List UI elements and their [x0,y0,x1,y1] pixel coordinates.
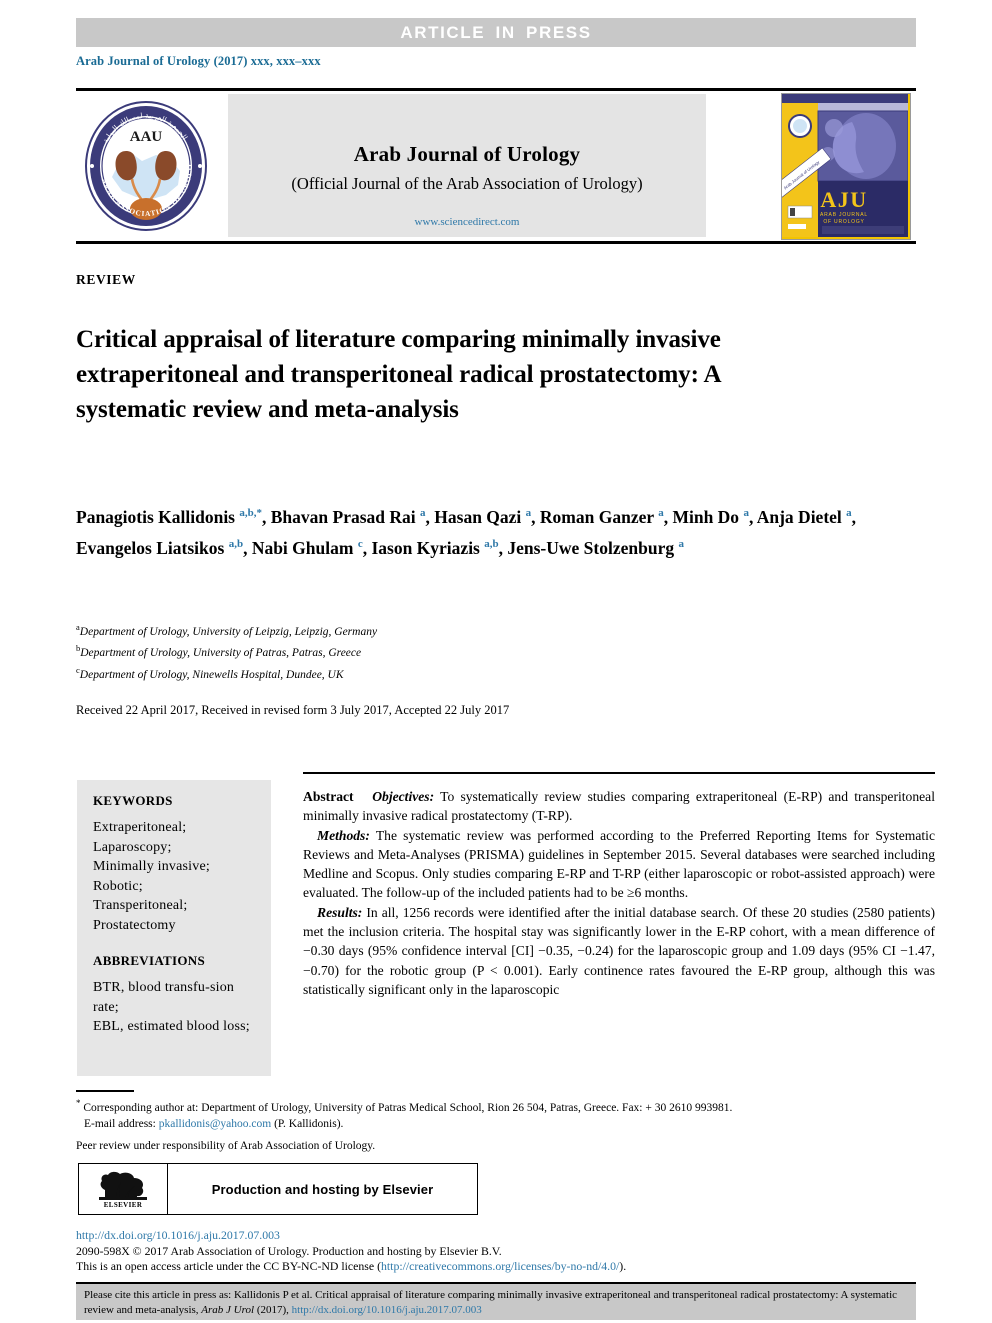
author-affiliation-mark: a [658,507,664,519]
abstract-objectives: Abstract Objectives: To systematically r… [303,787,935,826]
email-note: E-mail address: pkallidonis@yahoo.com (P… [76,1116,921,1132]
page-title: Critical appraisal of literature compari… [76,325,721,423]
methods-label: Methods: [317,827,370,843]
svg-text:AJU: AJU [820,187,867,212]
author-name: Iason Kyriazis [371,537,485,558]
doi-license-footer: http://dx.doi.org/10.1016/j.aju.2017.07.… [76,1228,921,1275]
abbreviation-item: EBL, estimated blood loss; [93,1019,250,1034]
aau-association-logo: AAU الجمعية العربية لمسالك البولية ARAB … [79,92,210,233]
doi-link[interactable]: http://dx.doi.org/10.1016/j.aju.2017.07.… [76,1228,921,1244]
cite-year: (2017), [256,1304,289,1316]
objectives-label: Objectives: [372,789,435,804]
article-in-press-banner: ARTICLE IN PRESS [76,18,916,47]
cite-this-article-box: Please cite this article in press as: Ka… [76,1282,916,1320]
affiliation-item: cDepartment of Urology, Ninewells Hospit… [76,664,344,681]
affiliation-mark: a [76,622,80,632]
author-name: Nabi Ghulam [251,537,358,558]
license-prefix: This is an open access article under the… [76,1259,381,1273]
author-name: Minh Do [672,506,744,527]
journal-title: Arab Journal of Urology [353,142,581,166]
article-type-label: REVIEW [76,272,136,287]
article-in-press-label: ARTICLE IN PRESS [400,22,592,42]
affiliation-list: aDepartment of Urology, University of Le… [76,619,776,683]
author-affiliation-mark: a [420,507,426,519]
abstract-divider [303,772,935,774]
keyword-item: Prostatectomy [93,917,176,933]
elsevier-production-text: Production and hosting by Elsevier [211,1181,434,1197]
corresponding-author-note: * Corresponding author at: Department of… [76,1095,921,1116]
svg-text:AAU: AAU [130,129,163,145]
email-link[interactable]: pkallidonis@yahoo.com [159,1118,271,1130]
journal-cover-thumbnail: Arab Journal of Urology AJU ARAB JOURNAL… [781,93,911,240]
author-affiliation-mark: a [846,507,852,519]
author-name: Hasan Qazi [434,506,526,527]
keyword-item: Minimally invasive; [93,859,210,874]
author-list: Panagiotis Kallidonis a,b,*, Bhavan Pras… [76,506,857,558]
received-dates: Received 22 April 2017, Received in revi… [76,703,510,717]
elsevier-wordmark: ELSEVIER [103,1200,143,1209]
email-label: E-mail address: [84,1117,156,1130]
affiliation-mark: c [76,664,80,675]
license-link[interactable]: http://creativecommons.org/licenses/by-n… [381,1259,619,1273]
footnote-divider [76,1090,134,1092]
author-affiliation-mark: a [525,507,532,519]
keywords-list: Extraperitoneal; Laparoscopy; Minimally in… [93,818,255,935]
keyword-item: Transperitoneal; [93,898,188,913]
elsevier-logo: ELSEVIER [85,1164,168,1214]
author-affiliation-mark: a [678,537,684,550]
results-text: In all, 1256 records were identified aft… [303,904,935,997]
abstract-label: Abstract [303,789,354,804]
keyword-item: Robotic; [93,878,143,894]
affiliation-item: bDepartment of Urology, University of Pa… [76,643,362,660]
keywords-heading: KEYWORDS [93,793,173,808]
license-suffix: ). [619,1259,627,1273]
author-affiliation-mark: a,b [484,537,499,550]
keyword-item: Laparoscopy; [93,839,172,855]
affiliation-mark: b [76,643,81,654]
author-affiliation-mark: a [743,507,749,519]
license-line: This is an open access article under the… [76,1259,921,1275]
author-name: Evangelos Liatsikos [76,537,229,558]
author-name: Bhavan Prasad Rai [270,506,421,527]
author-affiliation-mark: a,b [228,537,244,550]
email-owner: (P. Kallidonis). [274,1117,344,1130]
footnotes-block: * Corresponding author at: Department of… [76,1095,921,1154]
corresponding-author-text: Corresponding author at: Department of U… [83,1101,733,1114]
affiliation-item: aDepartment of Urology, University of Le… [76,622,378,638]
journal-title-panel: Arab Journal of Urology (Official Journa… [228,94,706,237]
cite-doi-link[interactable]: http://dx.doi.org/10.1016/j.aju.2017.07.… [292,1304,482,1316]
svg-text:ARAB JOURNAL: ARAB JOURNAL [820,212,868,218]
elsevier-tree-icon [97,1170,149,1200]
keyword-item: Extraperitoneal; [93,820,187,835]
abstract-section: Abstract Objectives: To systematically r… [303,787,935,999]
author-affiliation-mark: c [357,537,363,550]
asterisk-icon: * [76,1098,81,1108]
abbreviations-list: BTR, blood transfu-sion rate; EBL, estima… [93,978,255,1037]
methods-text: The systematic review was performed acco… [303,827,935,901]
journal-masthead: AAU الجمعية العربية لمسالك البولية ARAB … [76,88,916,244]
cite-journal-abbrev: Arab J Urol [201,1304,255,1316]
author-name: Anja Dietel [756,506,847,527]
abstract-methods: Methods: The systematic review was perfo… [303,826,935,903]
svg-text:OF UROLOGY: OF UROLOGY [823,219,864,225]
author-name: Jens-Uwe Stolzenburg [507,537,679,558]
author-name: Panagiotis Kallidonis [76,506,240,527]
abbreviations-heading: ABBREVIATIONS [93,953,206,968]
peer-review-note: Peer review under responsibility of Arab… [76,1139,376,1152]
journal-subtitle: (Official Journal of the Arab Associatio… [291,174,643,193]
results-label: Results: [317,904,363,920]
keywords-sidebar: KEYWORDS Extraperitoneal; Laparoscopy; Min… [77,780,271,1076]
abstract-results: Results: In all, 1256 records were ident… [303,903,935,999]
sciencedirect-link[interactable]: www.sciencedirect.com [228,216,706,228]
abbreviation-item: BTR, blood transfu-sion rate; [93,980,235,1015]
author-affiliation-mark: a,b,* [239,507,262,519]
copyright-line: 2090-598X © 2017 Arab Association of Uro… [76,1243,502,1258]
elsevier-production-box: ELSEVIER Production and hosting by Elsev… [78,1163,478,1215]
running-head-citation: Arab Journal of Urology (2017) xxx, xxx–… [76,54,321,68]
author-name: Roman Ganzer [539,506,659,527]
